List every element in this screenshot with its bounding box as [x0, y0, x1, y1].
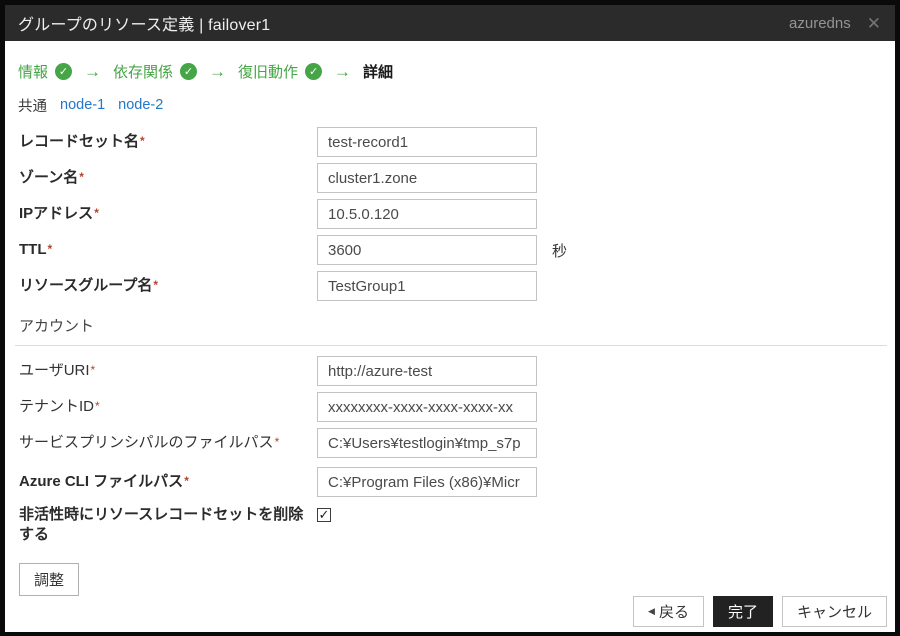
step-recovery[interactable]: 復旧動作 — [238, 61, 298, 82]
field-label-text: TTL — [19, 240, 47, 258]
delete-record-set-checkbox[interactable]: ✓ — [317, 508, 331, 522]
step-details: 詳細 — [363, 64, 394, 81]
ip-address-input[interactable] — [317, 199, 537, 229]
form-row: テナントID* — [15, 392, 895, 422]
field-label-text: Azure CLI ファイルパス — [19, 472, 184, 490]
form-row: ユーザURI* — [15, 356, 895, 386]
tune-button[interactable]: 調整 — [19, 562, 80, 596]
step-info[interactable]: 情報 — [18, 61, 48, 82]
check-icon: ✓ — [55, 63, 73, 80]
service-principal-file-path-label: サービスプリンシパルのファイルパス* — [15, 433, 317, 453]
field-label-text: IPアドレス — [19, 204, 94, 222]
form-row: 非活性時にリソースレコードセットを削除する ✓ — [15, 505, 895, 546]
required-asterisk: * — [79, 169, 84, 184]
dialog-content: 情報 ✓ → 依存関係 ✓ → 復旧動作 ✓ → 詳細 共通 node-1 no… — [5, 41, 895, 632]
resource-group-name-input[interactable] — [317, 271, 537, 301]
required-asterisk: * — [47, 241, 53, 256]
required-asterisk: * — [140, 133, 145, 148]
required-asterisk: * — [90, 362, 96, 377]
delete-record-set-label: 非活性時にリソースレコードセットを削除する — [19, 506, 304, 544]
resource-name-label: azuredns — [789, 14, 851, 32]
required-asterisk: * — [274, 434, 280, 449]
record-set-name-input[interactable] — [317, 127, 537, 157]
required-asterisk: * — [184, 473, 189, 488]
azure-cli-file-path-input[interactable] — [317, 467, 537, 497]
ip-address-label: IPアドレス* — [15, 204, 317, 224]
dialog-title: グループのリソース定義 | failover1 — [18, 17, 271, 34]
required-asterisk: * — [153, 277, 159, 292]
step-dependency[interactable]: 依存関係 — [113, 61, 173, 82]
required-asterisk: * — [95, 398, 100, 413]
service-principal-file-path-input[interactable] — [317, 428, 537, 458]
account-section-header: アカウント — [15, 313, 887, 346]
tenant-id-input[interactable] — [317, 392, 537, 422]
back-triangle-icon: ◀ — [648, 606, 655, 616]
finish-button[interactable]: 完了 — [712, 596, 773, 627]
field-label-text: ユーザURI — [19, 361, 90, 379]
form-row: Azure CLI ファイルパス* — [15, 467, 895, 497]
details-form: レコードセット名* ゾーン名* IPアドレス* TTL* — [15, 127, 895, 596]
form-row: サービスプリンシパルのファイルパス* — [15, 428, 895, 458]
dialog-titlebar: グループのリソース定義 | failover1 azuredns ✕ — [5, 5, 895, 41]
close-icon[interactable]: ✕ — [867, 15, 881, 32]
back-button[interactable]: ◀ 戻る — [633, 596, 704, 627]
check-icon: ✓ — [305, 63, 323, 80]
form-row: IPアドレス* — [15, 199, 895, 229]
ttl-input[interactable] — [317, 235, 537, 265]
record-set-name-label: レコードセット名* — [15, 132, 317, 152]
field-label-text: テナントID — [19, 397, 95, 415]
back-button-label: 戻る — [658, 604, 689, 621]
required-asterisk: * — [94, 205, 99, 220]
zone-name-input[interactable] — [317, 163, 537, 193]
field-label-text: リソースグループ名 — [19, 276, 153, 294]
form-row: レコードセット名* — [15, 127, 895, 157]
arrow-right-icon: → — [334, 61, 352, 81]
form-row: リソースグループ名* — [15, 271, 895, 301]
form-row: ゾーン名* — [15, 163, 895, 193]
node-tabs: 共通 node-1 node-2 — [15, 95, 895, 115]
arrow-right-icon: → — [209, 61, 227, 81]
check-icon: ✓ — [180, 63, 198, 80]
ttl-unit-label: 秒 — [552, 242, 568, 260]
resource-group-name-label: リソースグループ名* — [15, 276, 317, 296]
user-uri-input[interactable] — [317, 356, 537, 386]
cancel-button[interactable]: キャンセル — [781, 596, 887, 627]
tenant-id-label: テナントID* — [15, 397, 317, 417]
tab-common[interactable]: 共通 — [18, 95, 47, 116]
zone-name-label: ゾーン名* — [15, 168, 317, 188]
ttl-label: TTL* — [15, 240, 317, 260]
form-row: TTL* 秒 — [15, 235, 895, 265]
field-label-text: サービスプリンシパルのファイルパス — [19, 433, 274, 451]
field-label-text: ゾーン名 — [19, 168, 79, 186]
user-uri-label: ユーザURI* — [15, 361, 317, 381]
azure-cli-file-path-label: Azure CLI ファイルパス* — [15, 472, 317, 492]
checkmark-icon: ✓ — [318, 506, 330, 522]
group-resource-definition-dialog: グループのリソース定義 | failover1 azuredns ✕ 情報 ✓ … — [0, 0, 900, 636]
tab-node-2[interactable]: node-2 — [118, 97, 163, 113]
footer-buttons: ◀ 戻る 完了 キャンセル — [633, 596, 887, 627]
tab-node-1[interactable]: node-1 — [60, 97, 105, 113]
field-label-text: レコードセット名 — [19, 132, 140, 150]
arrow-right-icon: → — [84, 61, 102, 81]
wizard-steps: 情報 ✓ → 依存関係 ✓ → 復旧動作 ✓ → 詳細 — [15, 61, 895, 82]
